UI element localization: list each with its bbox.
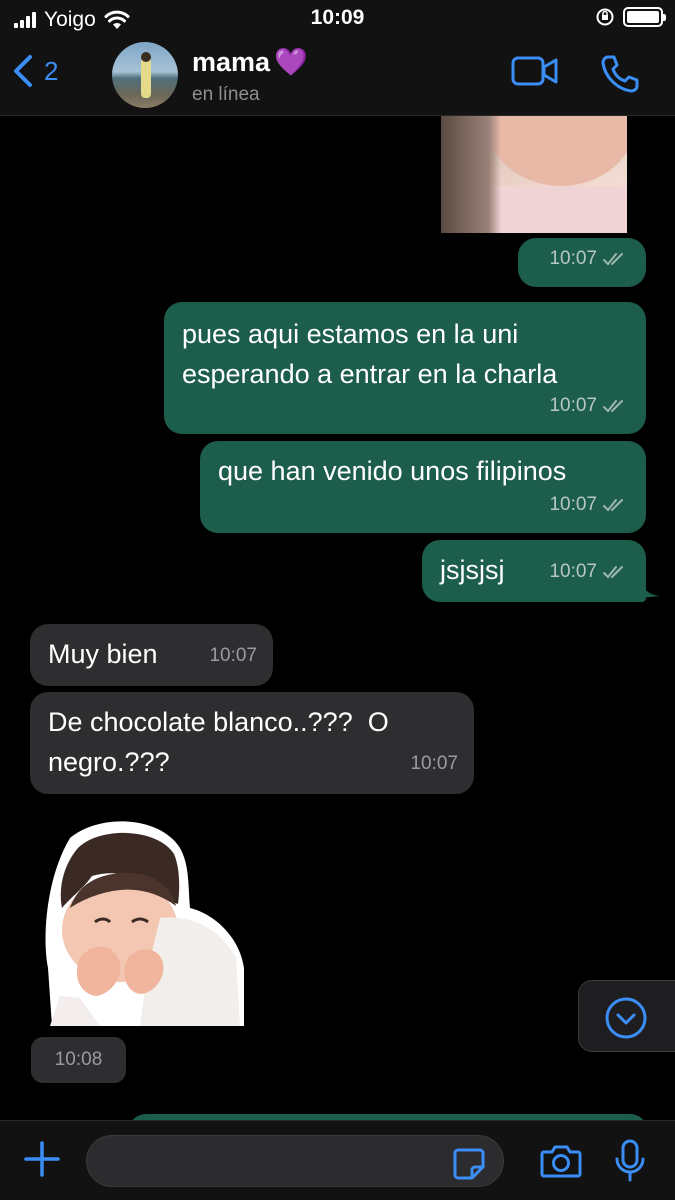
image-message[interactable]: [441, 116, 627, 233]
scroll-down-button[interactable]: [578, 980, 675, 1052]
chat-area[interactable]: 10:07 pues aqui estamos en la uni espera…: [0, 116, 675, 1120]
double-check-icon: [603, 566, 623, 579]
message-time: 10:07: [549, 494, 597, 515]
message-bubble[interactable]: Muy bien 10:07: [30, 624, 273, 686]
contact-status: en línea: [192, 84, 260, 105]
chevron-down-circle-icon: [605, 997, 647, 1039]
status-bar: Yoigo 10:09: [0, 0, 675, 36]
message-bubble[interactable]: jsjsjsj 10:07: [422, 540, 646, 602]
message-line: negro.???: [48, 747, 170, 777]
microphone-icon[interactable]: [614, 1139, 646, 1183]
baby-sticker[interactable]: [40, 818, 244, 1026]
message-line: pues aqui estamos en la uni: [182, 319, 519, 349]
chat-header: 2 mama 💜 en línea: [0, 36, 675, 116]
camera-icon[interactable]: [540, 1143, 582, 1179]
chevron-left-icon: [14, 55, 32, 87]
heart-emoji: 💜: [274, 47, 308, 77]
message-bubble[interactable]: que han venido unos filipinos 10:07: [200, 441, 646, 533]
input-bar: [0, 1120, 675, 1200]
message-input[interactable]: [86, 1135, 504, 1187]
clock: 10:09: [310, 6, 365, 29]
sticker-icon[interactable]: [452, 1147, 486, 1181]
status-right: [595, 7, 666, 27]
message-time: 10:07: [549, 395, 597, 416]
double-check-icon: [603, 400, 623, 413]
message-bubble[interactable]: pues aqui estamos en la uni esperando a …: [164, 302, 646, 434]
message-bubble[interactable]: De chocolate blanco..??? O negro.??? 10:…: [30, 692, 474, 794]
message-time: 10:07: [549, 561, 597, 582]
message-time: 10:07: [549, 248, 597, 269]
sticker-time: 10:08: [31, 1037, 126, 1083]
rotation-lock-icon: [596, 8, 614, 26]
battery-icon: [623, 7, 666, 27]
unread-count: 2: [44, 55, 59, 86]
message-line: De chocolate blanco..??? O: [48, 707, 389, 737]
back-button[interactable]: 2: [12, 54, 58, 88]
contact-name-text: mama: [192, 47, 271, 77]
plus-icon[interactable]: [22, 1139, 62, 1179]
message-time: 10:07: [209, 645, 257, 666]
avatar[interactable]: [112, 42, 178, 108]
message-time: 10:07: [410, 753, 458, 774]
phone-icon[interactable]: [600, 54, 640, 94]
video-call-icon[interactable]: [511, 54, 559, 88]
double-check-icon: [603, 253, 623, 266]
image-message-meta: 10:07: [518, 238, 646, 287]
double-check-icon: [603, 499, 623, 512]
contact-name[interactable]: mama 💜: [192, 46, 308, 78]
bubble-tail: [640, 578, 660, 598]
